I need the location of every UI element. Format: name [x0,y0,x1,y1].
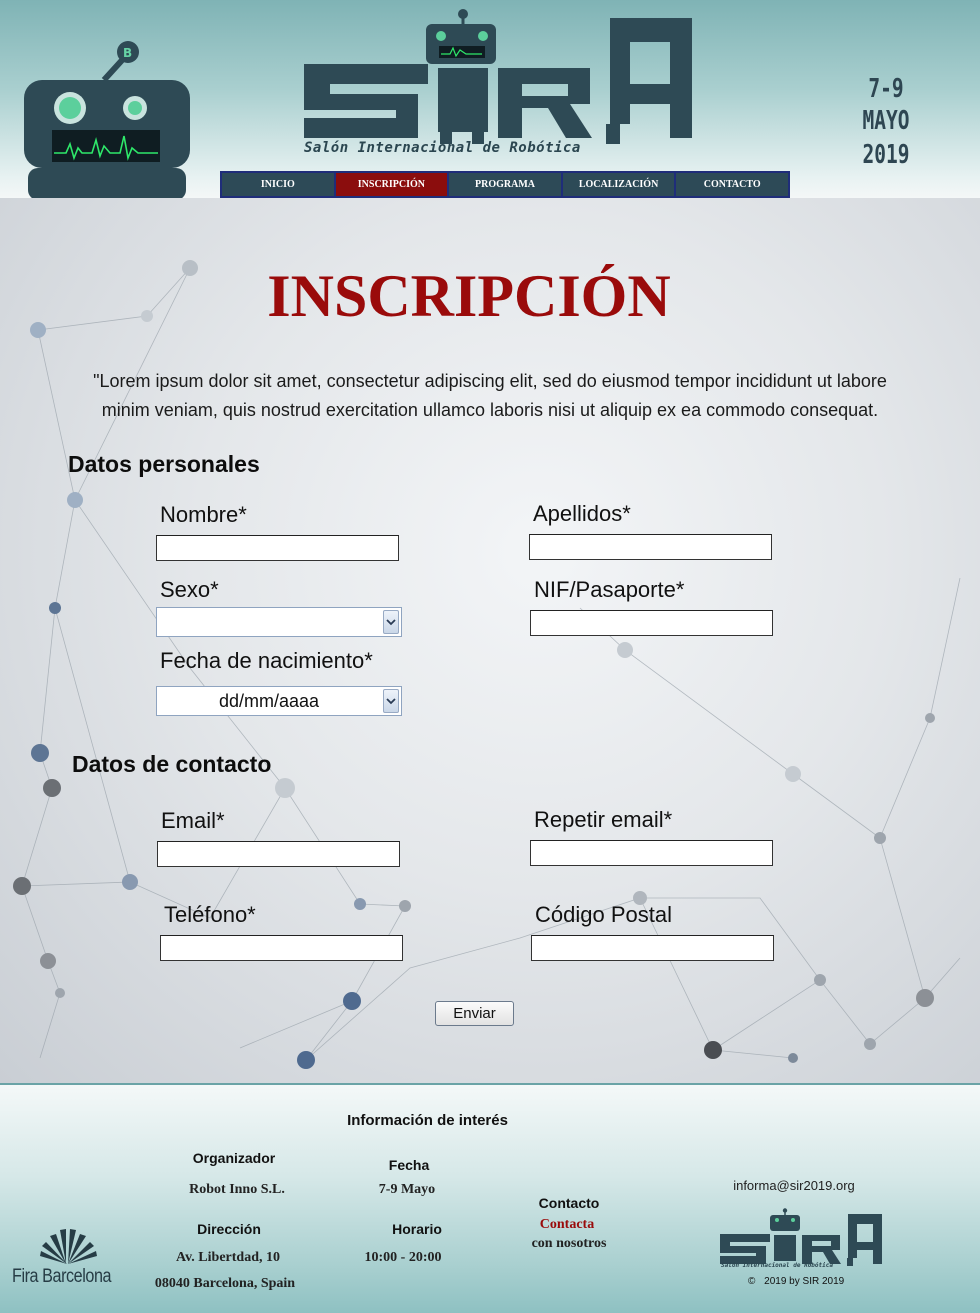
site-header: B Salón Internacional de Robótica 7-9 MA… [0,0,980,200]
contact-data-heading: Datos de contacto [72,751,272,777]
page-title: INSCRIPCIÓN [267,263,671,329]
event-month: MAYO 2019 [862,106,910,170]
main-nav: INICIO INSCRIPCIÓN PROGRAMA LOCALIZACIÓN… [220,171,790,198]
repetir-email-input[interactable] [530,840,773,866]
apellidos-input[interactable] [529,534,772,560]
footer-logo-subtitle: Salón Internacional de Robótica [721,1262,833,1269]
fecha-nacimiento-label: Fecha de nacimiento* [160,648,373,673]
organizador-value: Robot Inno S.L. [189,1182,285,1197]
nav-contacto[interactable]: CONTACTO [676,173,788,196]
direccion-label: Dirección [197,1221,261,1237]
copyright-icon: © [748,1276,756,1287]
nav-programa[interactable]: PROGRAMA [449,173,563,196]
sir-logo-icon [304,9,692,144]
apellidos-label: Apellidos* [533,501,631,526]
submit-button[interactable]: Enviar [435,1001,514,1026]
direccion-line-2: 08040 Barcelona, Spain [154,1276,296,1291]
horario-value: 10:00 - 20:00 [364,1250,442,1265]
contacto-label: Contacto [538,1195,600,1211]
svg-text:B: B [123,46,132,60]
nav-localizacion[interactable]: LOCALIZACIÓN [563,173,677,196]
fira-barcelona-text: Fira Barcelona [12,1266,112,1287]
nav-inscripcion[interactable]: INSCRIPCIÓN [335,173,450,196]
logo-subtitle: Salón Internacional de Robótica [304,140,581,156]
intro-line-1: "Lorem ipsum dolor sit amet, consectetur… [93,371,887,391]
sexo-select[interactable] [156,607,402,637]
nav-inicio[interactable]: INICIO [222,173,336,196]
fecha-nacimiento-select[interactable]: dd/mm/aaaa [156,686,402,716]
nombre-input[interactable] [156,535,399,561]
intro-text: "Lorem ipsum dolor sit amet, consectetur… [30,367,950,425]
event-days: 7-9 [868,74,904,104]
robot-logo-icon: B [24,41,190,200]
email-input[interactable] [157,841,400,867]
copyright: © 2019 by SIR 2019 [748,1276,844,1287]
fecha-value: 7-9 Mayo [378,1182,436,1197]
email-label: Email* [161,808,225,833]
nombre-label: Nombre* [160,502,247,527]
telefono-label: Teléfono* [164,902,256,927]
horario-label: Horario [392,1221,442,1237]
footer-email[interactable]: informa@sir2019.org [720,1178,868,1193]
organizador-label: Organizador [192,1150,276,1166]
contacta-link[interactable]: Contacta [520,1217,614,1233]
event-date: 7-9 MAYO 2019 [826,72,946,172]
intro-line-2: minim veniam, quis nostrud exercitation … [101,400,879,420]
copyright-text: 2019 by SIR 2019 [764,1276,845,1287]
repetir-email-label: Repetir email* [534,807,673,832]
footer-heading: Información de interés [347,1112,508,1129]
fecha-nacimiento-value: dd/mm/aaaa [218,691,320,711]
contacto-tail: con nosotros [531,1236,607,1251]
personal-data-heading: Datos personales [68,451,260,477]
telefono-input[interactable] [160,935,403,961]
nif-input[interactable] [530,610,773,636]
direccion-line-1: Av. Libertdad, 10 [176,1250,280,1265]
chevron-down-icon[interactable] [383,610,399,634]
fecha-label: Fecha [388,1157,430,1173]
nif-label: NIF/Pasaporte* [534,577,685,602]
chevron-down-icon[interactable] [383,689,399,713]
sexo-label: Sexo* [160,577,219,602]
codigo-postal-input[interactable] [531,935,774,961]
codigo-postal-label: Código Postal [535,902,672,927]
